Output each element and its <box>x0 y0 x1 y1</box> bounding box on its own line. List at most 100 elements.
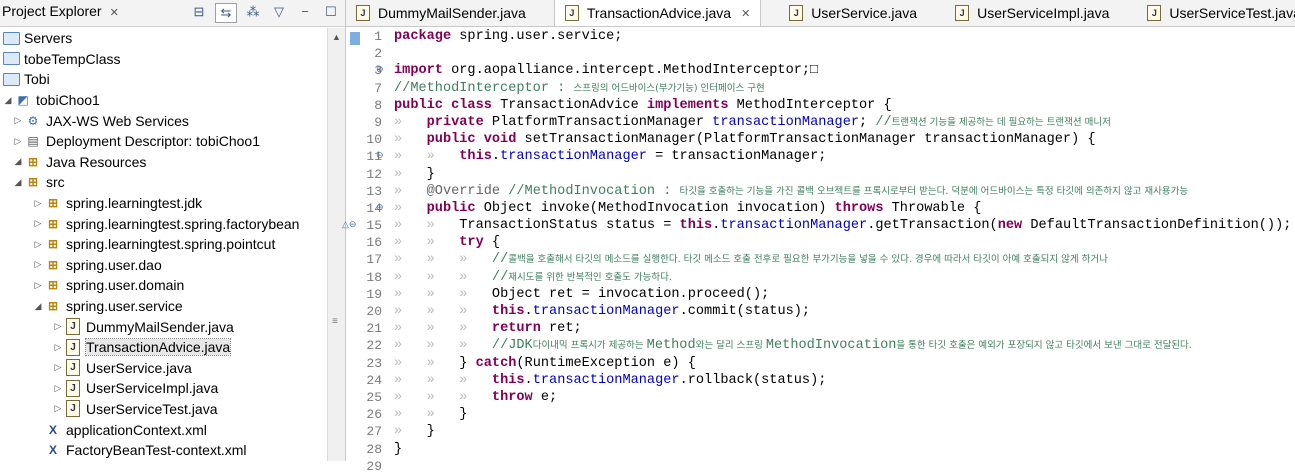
tree-item[interactable]: ◢ ⊞ spring.user.service <box>0 296 322 317</box>
tree-item[interactable]: ▷ ⊞ spring.user.domain <box>0 275 322 296</box>
tree-item[interactable]: tobeTempClass <box>0 49 322 70</box>
editor-tab[interactable]: J UserService.java <box>779 0 927 26</box>
package-icon: ⊞ <box>47 216 59 231</box>
collapsed-chevron-icon[interactable]: ▷ <box>52 321 64 332</box>
code-line[interactable]: » private PlatformTransactionManager tra… <box>394 114 1294 131</box>
scroll-grip-icon[interactable]: ≡ <box>332 316 338 327</box>
line-number: 20 <box>366 304 382 319</box>
code-line[interactable]: » » » return ret; <box>394 320 1294 337</box>
code-line[interactable]: » public Object invoke(MethodInvocation … <box>394 200 1294 217</box>
code-line[interactable]: » } <box>394 423 1294 440</box>
code-line[interactable]: public class TransactionAdvice implement… <box>394 97 1294 114</box>
tree-item[interactable]: ▷ ⚙ JAX-WS Web Services <box>0 110 322 131</box>
project-explorer-tab[interactable]: Project Explorer ✕ <box>2 3 119 19</box>
code-line[interactable]: » » » //콜백을 호출해서 타깃의 메소드를 실행한다. 타깃 메소드 호… <box>394 251 1294 268</box>
maximize-icon[interactable]: ☐ <box>321 3 341 21</box>
code-line[interactable]: » » TransactionStatus status = this.tran… <box>394 217 1294 234</box>
explorer-scrollbar[interactable]: ▲ ≡ <box>327 28 345 461</box>
code-line[interactable]: import org.aopalliance.intercept.MethodI… <box>394 62 1294 79</box>
code-line[interactable]: » » } <box>394 406 1294 423</box>
code-line[interactable]: //MethodInterceptor : 스프링의 어드바이스(부가기능) 인… <box>394 80 1294 97</box>
fold-collapse-icon[interactable]: △⊖ <box>342 217 356 234</box>
close-tab-icon[interactable]: ✕ <box>741 7 750 20</box>
scroll-up-icon[interactable]: ▲ <box>332 32 341 42</box>
code-line[interactable]: » » » //JDK다이내믹 프록시가 제공하는 Method와는 달리 스프… <box>394 337 1294 354</box>
expanded-chevron-icon[interactable]: ◢ <box>12 156 24 167</box>
editor-tab[interactable]: J DummyMailSender.java <box>346 0 536 26</box>
collapsed-chevron-icon[interactable]: ▷ <box>12 115 24 126</box>
code-line[interactable]: » @Override //MethodInvocation : 타깃을 호출하… <box>394 183 1294 200</box>
code-line[interactable]: » public void setTransactionManager(Plat… <box>394 131 1294 148</box>
minimize-icon[interactable]: − <box>295 3 315 21</box>
collapsed-chevron-icon[interactable]: ▷ <box>52 383 64 394</box>
code-line[interactable]: » » » this.transactionManager.commit(sta… <box>394 303 1294 320</box>
code-line[interactable]: } <box>394 441 1294 458</box>
line-number: 19 <box>366 286 382 302</box>
collapsed-chevron-icon[interactable]: ▷ <box>32 218 44 229</box>
webservices-icon: ⚙ <box>27 113 39 128</box>
tree-item[interactable]: ▷ ⊞ spring.learningtest.jdk <box>0 193 322 214</box>
code-lines[interactable]: package spring.user.service; import org.… <box>394 28 1294 475</box>
tree-item[interactable]: XapplicationContext.xml <box>0 419 322 440</box>
code-line[interactable]: package spring.user.service; <box>394 28 1294 45</box>
collapsed-chevron-icon[interactable]: ▷ <box>52 342 64 353</box>
collapsed-chevron-icon[interactable]: ▷ <box>32 239 44 250</box>
tree-item-label: spring.learningtest.spring.pointcut <box>66 236 276 253</box>
collapsed-chevron-icon[interactable]: ▷ <box>32 198 44 209</box>
tree-item-label: JAX-WS Web Services <box>46 112 189 129</box>
code-line[interactable]: » » » Object ret = invocation.proceed(); <box>394 286 1294 303</box>
tree-item[interactable]: ▷ ⊞ spring.user.dao <box>0 255 322 276</box>
editor-tab[interactable]: J UserServiceImpl.java <box>945 0 1119 26</box>
code-line[interactable]: » » » this.transactionManager.rollback(s… <box>394 372 1294 389</box>
code-line[interactable] <box>394 458 1294 475</box>
collapsed-chevron-icon[interactable]: ▷ <box>32 280 44 291</box>
editor-tab[interactable]: J UserServiceTest.java <box>1137 0 1295 26</box>
code-area[interactable]: 1 2 ⊕ 3 7 8 9 10 ⊖ 11 12 13 ⊖ 14 △⊖ 15 16 17 18 19 20 21 22 23 2… <box>342 28 1295 474</box>
collapsed-chevron-icon[interactable]: ▷ <box>52 362 64 373</box>
code-line[interactable]: » » » //재시도를 위한 반복적인 호출도 가능하다. <box>394 269 1294 286</box>
line-number: 1 <box>374 29 382 44</box>
code-line[interactable]: » » » throw e; <box>394 389 1294 406</box>
code-line[interactable]: » » try { <box>394 234 1294 251</box>
editor-tab[interactable]: J TransactionAdvice.java ✕ <box>553 0 762 26</box>
tree-item[interactable]: Servers <box>0 28 322 49</box>
tree-item[interactable]: ▷ J UserServiceTest.java <box>0 399 322 420</box>
close-icon[interactable]: ✕ <box>110 7 119 19</box>
tree-item[interactable]: ▷ ▤ Deployment Descriptor: tobiChoo1 <box>0 131 322 152</box>
project-explorer-title: Project Explorer <box>2 3 102 19</box>
view-menu-chevron-down-icon[interactable]: ▽ <box>269 3 289 21</box>
fold-collapse-icon[interactable]: ⊖ <box>376 148 384 165</box>
tree-item[interactable]: Tobi <box>0 69 322 90</box>
collapsed-chevron-icon[interactable]: ▷ <box>52 403 64 414</box>
code-line[interactable]: » » } catch(RuntimeException e) { <box>394 355 1294 372</box>
tree-item[interactable]: ▷ ⊞ spring.learningtest.spring.factorybean <box>0 213 322 234</box>
fold-expand-icon[interactable]: ⊕ <box>376 62 384 79</box>
collapsed-chevron-icon[interactable]: ▷ <box>12 136 24 147</box>
expanded-chevron-icon[interactable]: ◢ <box>32 301 44 312</box>
filter-icon[interactable]: ⁂ <box>243 3 263 21</box>
tree-item[interactable]: ◢ ⊞ src <box>0 172 322 193</box>
code-line[interactable] <box>394 45 1294 62</box>
tree-item[interactable]: ▷ J TransactionAdvice.java <box>0 337 322 358</box>
tree-item-label: tobeTempClass <box>24 50 121 67</box>
link-with-editor-icon[interactable]: ⇆ <box>215 3 237 23</box>
tree-item[interactable]: ▷ J UserService.java <box>0 358 322 379</box>
line-number: 10 <box>366 132 382 148</box>
tree-item[interactable]: ◢ ⊞ Java Resources <box>0 152 322 173</box>
expanded-chevron-icon[interactable]: ◢ <box>12 177 24 188</box>
collapsed-chevron-icon[interactable]: ▷ <box>32 259 44 270</box>
code-line[interactable]: » » this.transactionManager = transactio… <box>394 148 1294 165</box>
tree-item[interactable]: ▷ ⊞ spring.learningtest.spring.pointcut <box>0 234 322 255</box>
editor-tabs: J DummyMailSender.java J TransactionAdvice.… <box>346 0 1295 27</box>
tree-item[interactable]: ◢ ◩ tobiChoo1 <box>0 90 322 111</box>
fold-collapse-icon[interactable]: ⊖ <box>376 200 384 217</box>
tree-item[interactable]: ▷ J UserServiceImpl.java <box>0 378 322 399</box>
collapse-all-icon[interactable]: ⊟ <box>189 3 209 21</box>
tree-item-label: spring.learningtest.spring.factorybean <box>66 215 300 232</box>
tree-item[interactable]: ▷ J DummyMailSender.java <box>0 316 322 337</box>
code-line[interactable]: » } <box>394 166 1294 183</box>
tree-item[interactable]: X FactoryBeanTest-context.xml <box>0 440 322 461</box>
tree-item-label: FactoryBeanTest-context.xml <box>66 442 247 459</box>
expanded-chevron-icon[interactable]: ◢ <box>2 95 14 106</box>
editor-tab-label: DummyMailSender.java <box>378 5 526 21</box>
